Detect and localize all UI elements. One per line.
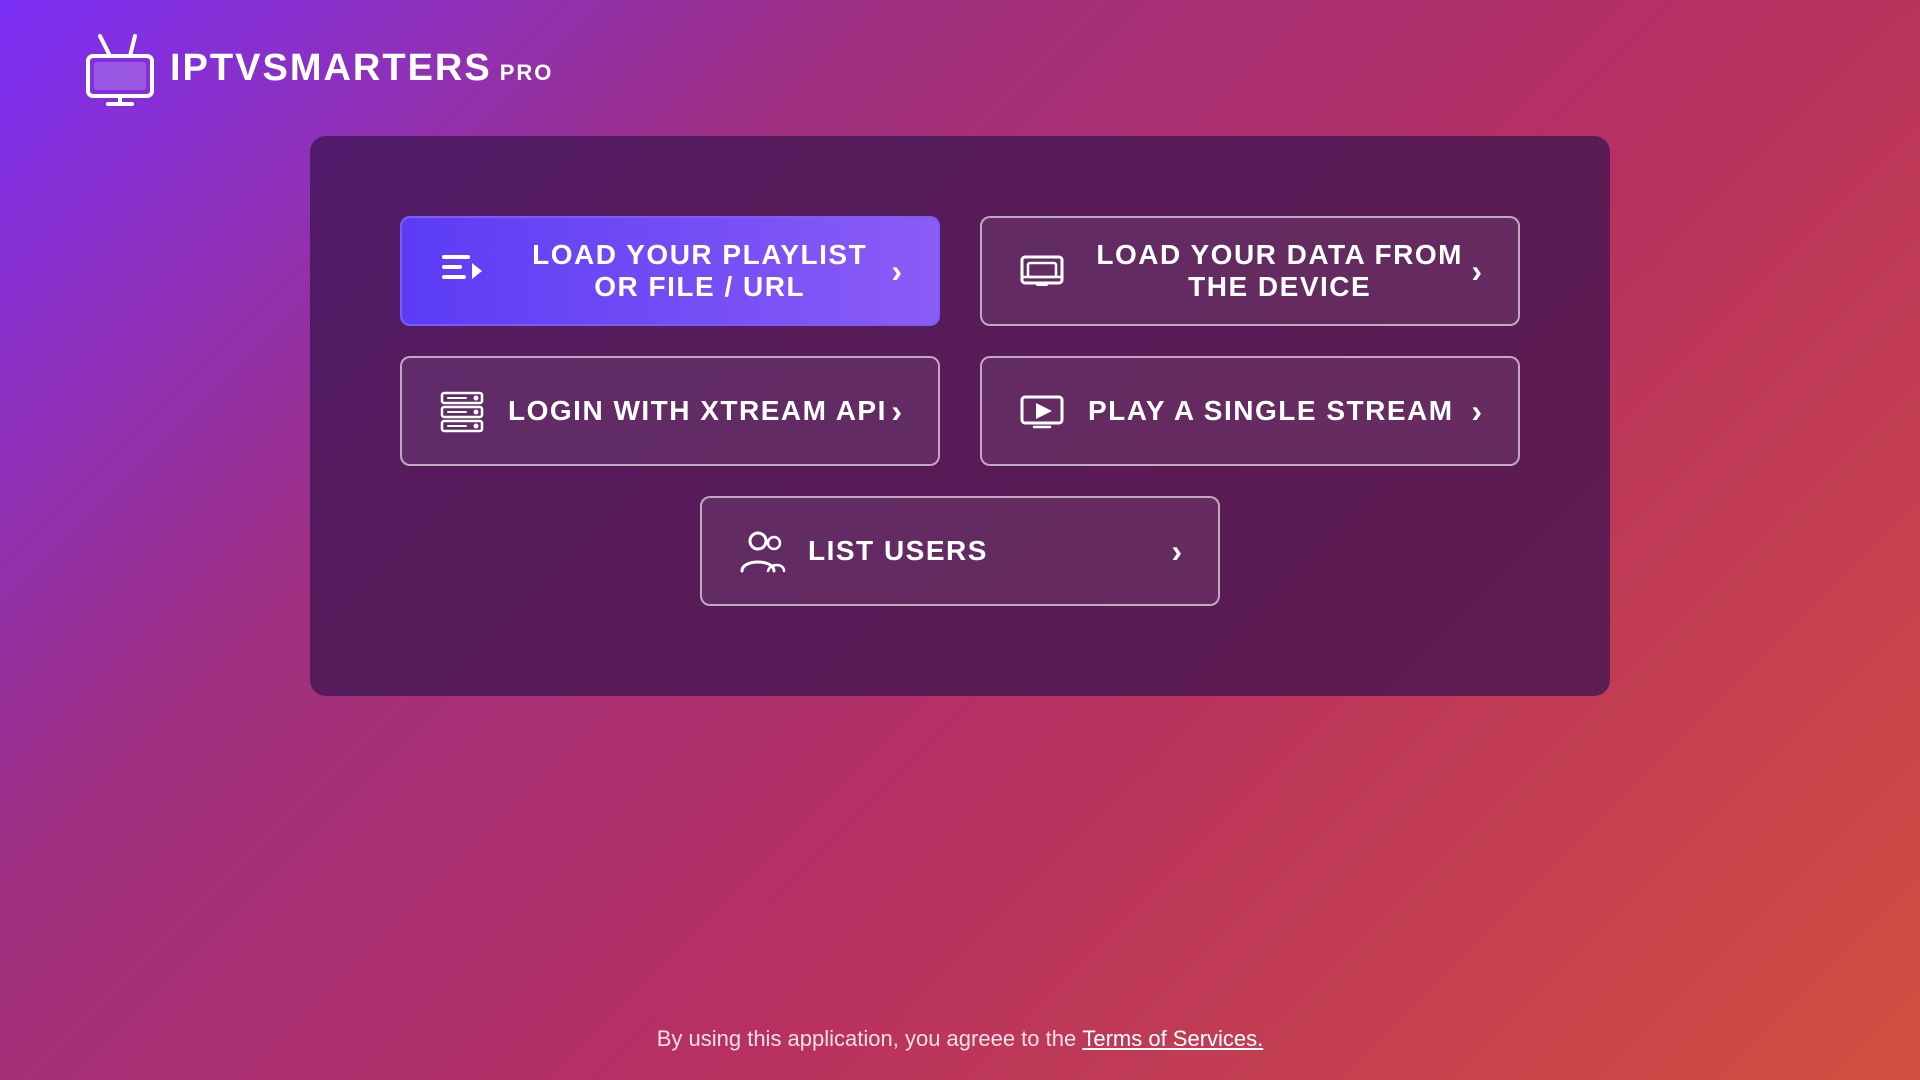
terms-link[interactable]: Terms of Services. — [1082, 1026, 1263, 1051]
play-stream-button[interactable]: PLAY A SINGLE STREAM › — [980, 356, 1520, 466]
header: IPTV SMARTERS PRO — [0, 0, 1920, 136]
logo-smarters: SMARTERS — [262, 47, 491, 90]
btn-left-xtream: LOGIN WITH XTREAM API — [438, 387, 887, 435]
users-icon — [738, 527, 786, 575]
users-chevron-icon: › — [1171, 533, 1182, 570]
login-xtream-button[interactable]: LOGIN WITH XTREAM API › — [400, 356, 940, 466]
login-xtream-label: LOGIN WITH XTREAM API — [508, 395, 887, 427]
buttons-row-1: LOAD YOUR PLAYLIST OR FILE / URL › LOAD … — [400, 216, 1520, 326]
device-icon — [1018, 247, 1066, 295]
footer: By using this application, you agreee to… — [0, 1026, 1920, 1052]
footer-text: By using this application, you agreee to… — [657, 1026, 1083, 1051]
play-stream-label: PLAY A SINGLE STREAM — [1088, 395, 1454, 427]
xtream-icon — [438, 387, 486, 435]
load-playlist-button[interactable]: LOAD YOUR PLAYLIST OR FILE / URL › — [400, 216, 940, 326]
stream-chevron-icon: › — [1471, 393, 1482, 430]
device-chevron-icon: › — [1471, 253, 1482, 290]
logo-tv-icon — [80, 28, 160, 108]
btn-left-playlist: LOAD YOUR PLAYLIST OR FILE / URL — [438, 239, 891, 303]
xtream-chevron-icon: › — [891, 393, 902, 430]
playlist-icon — [438, 247, 486, 295]
stream-icon — [1018, 387, 1066, 435]
logo-iptv: IPTV — [170, 47, 262, 90]
playlist-chevron-icon: › — [891, 253, 902, 290]
buttons-row-2: LOGIN WITH XTREAM API › PLAY A SINGLE ST… — [400, 356, 1520, 466]
buttons-row-3: LIST USERS › — [400, 496, 1520, 606]
list-users-button[interactable]: LIST USERS › — [700, 496, 1220, 606]
load-device-label: LOAD YOUR DATA FROM THE DEVICE — [1088, 239, 1471, 303]
logo: IPTV SMARTERS PRO — [80, 28, 553, 108]
logo-text: IPTV SMARTERS PRO — [170, 47, 553, 90]
main-card: LOAD YOUR PLAYLIST OR FILE / URL › LOAD … — [310, 136, 1610, 696]
list-users-label: LIST USERS — [808, 535, 988, 567]
logo-pro: PRO — [500, 60, 554, 86]
btn-left-device: LOAD YOUR DATA FROM THE DEVICE — [1018, 239, 1471, 303]
load-playlist-label: LOAD YOUR PLAYLIST OR FILE / URL — [508, 239, 891, 303]
btn-left-users: LIST USERS — [738, 527, 988, 575]
load-device-button[interactable]: LOAD YOUR DATA FROM THE DEVICE › — [980, 216, 1520, 326]
btn-left-stream: PLAY A SINGLE STREAM — [1018, 387, 1454, 435]
